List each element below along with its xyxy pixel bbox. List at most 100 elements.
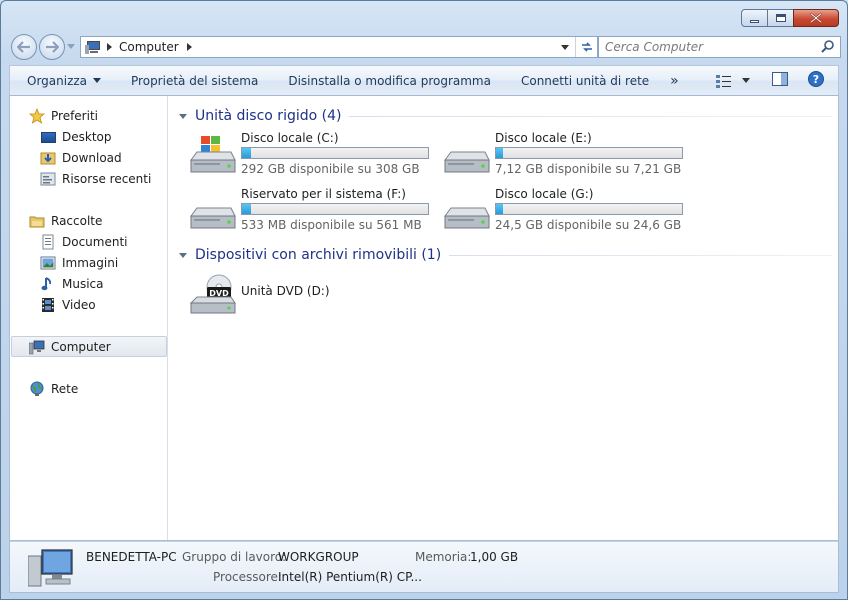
- nav-label: Documenti: [62, 235, 128, 249]
- download-folder-icon: [40, 150, 56, 166]
- memory-value: 1,00 GB: [470, 550, 519, 564]
- map-network-drive-button[interactable]: Connetti unità di rete: [506, 74, 664, 88]
- group-divider: [449, 254, 832, 256]
- nav-label: Musica: [62, 277, 104, 291]
- nav-label: Download: [62, 151, 122, 165]
- computer-small-icon: [85, 40, 101, 54]
- explorer-window: Computer Cerca Computer Organizza Propri…: [0, 0, 848, 600]
- dvd-drive-icon: DVD: [189, 274, 236, 314]
- desktop-icon: [40, 129, 56, 145]
- refresh-button[interactable]: [575, 37, 597, 57]
- computer-large-icon: [28, 549, 73, 587]
- nav-label: Immagini: [62, 256, 119, 270]
- drive-item[interactable]: Disco locale (C:) 292 GB disponibile su 3…: [187, 131, 437, 181]
- nav-label: Desktop: [62, 130, 112, 144]
- maximize-icon: [775, 14, 786, 22]
- nav-item-download[interactable]: Download: [40, 148, 122, 168]
- nav-label: Video: [62, 298, 96, 312]
- breadcrumb-computer[interactable]: Computer: [119, 40, 179, 54]
- minimize-button[interactable]: [741, 9, 768, 27]
- nav-item-pictures[interactable]: Immagini: [40, 253, 118, 273]
- nav-item-network[interactable]: Rete: [29, 379, 78, 399]
- nav-label: Computer: [51, 340, 111, 354]
- details-pane: BENEDETTA-PC Gruppo di lavoro: WORKGROUP…: [9, 541, 839, 593]
- usage-bar: [241, 203, 429, 215]
- memory-label: Memoria:: [415, 550, 472, 564]
- chevron-down-icon: [93, 78, 102, 83]
- nav-item-video[interactable]: Video: [40, 295, 96, 315]
- help-button[interactable]: ?: [808, 71, 824, 90]
- search-input[interactable]: Cerca Computer: [599, 40, 820, 54]
- drive-free-space: 24,5 GB disponibile su 24,6 GB: [495, 218, 682, 232]
- usage-bar: [495, 203, 683, 215]
- search-box[interactable]: Cerca Computer: [598, 36, 841, 58]
- recent-pages-dropdown[interactable]: [67, 44, 75, 49]
- close-button[interactable]: [793, 9, 839, 27]
- maximize-button[interactable]: [767, 9, 794, 27]
- nav-item-libraries[interactable]: Raccolte: [29, 211, 102, 231]
- group-header-hard-drives[interactable]: Unità disco rigido (4): [179, 107, 832, 125]
- nav-item-favorites[interactable]: Preferiti: [29, 106, 98, 126]
- organize-label: Organizza: [27, 73, 88, 88]
- hard-drive-icon: [190, 207, 236, 229]
- address-bar[interactable]: Computer: [80, 36, 598, 58]
- network-globe-icon: [29, 381, 45, 397]
- drive-name: Riservato per il sistema (F:): [241, 187, 406, 201]
- system-properties-button[interactable]: Proprietà del sistema: [116, 74, 273, 88]
- star-icon: [29, 108, 45, 124]
- group-divider: [349, 115, 832, 117]
- navigation-bar: Computer Cerca Computer: [9, 32, 841, 62]
- music-note-icon: [40, 276, 56, 292]
- view-dropdown-icon: [742, 78, 750, 83]
- breadcrumb-separator-icon[interactable]: [107, 43, 112, 51]
- computer-icon: [29, 339, 45, 355]
- nav-item-computer[interactable]: Computer: [29, 337, 111, 357]
- breadcrumb-expand-icon[interactable]: [186, 43, 192, 51]
- drive-item[interactable]: Riservato per il sistema (F:) 533 MB disp…: [187, 187, 437, 237]
- usage-fill: [496, 204, 503, 214]
- usage-fill: [496, 148, 503, 158]
- organize-menu[interactable]: Organizza: [10, 74, 116, 88]
- navigation-pane: Preferiti Desktop Download Risorse recen…: [10, 96, 168, 540]
- nav-item-documents[interactable]: Documenti: [40, 232, 128, 252]
- hard-drive-icon: [444, 151, 490, 173]
- change-view-button[interactable]: [716, 74, 750, 88]
- nav-item-recent[interactable]: Risorse recenti: [40, 169, 151, 189]
- drive-item[interactable]: Disco locale (E:) 7,12 GB disponibile su …: [441, 131, 691, 181]
- uninstall-program-button[interactable]: Disinstalla o modifica programma: [273, 74, 506, 88]
- drive-name: Disco locale (E:): [495, 131, 592, 145]
- libraries-icon: [29, 213, 45, 229]
- back-button[interactable]: [11, 34, 37, 60]
- help-icon: ?: [808, 71, 824, 87]
- usage-fill: [242, 204, 252, 214]
- preview-pane-button[interactable]: [772, 72, 788, 89]
- drive-name: Disco locale (C:): [241, 131, 339, 145]
- workgroup-value: WORKGROUP: [278, 550, 359, 564]
- group-title: Dispositivi con archivi rimovibili (1): [195, 247, 442, 263]
- recent-places-icon: [40, 171, 56, 187]
- nav-label: Risorse recenti: [62, 172, 152, 186]
- processor-label: Processore:: [213, 570, 282, 584]
- film-strip-icon: [40, 297, 56, 313]
- forward-button[interactable]: [39, 34, 65, 60]
- search-icon[interactable]: [820, 39, 836, 55]
- more-commands-button[interactable]: »: [664, 73, 685, 89]
- drive-item[interactable]: Disco locale (G:) 24,5 GB disponibile su …: [441, 187, 691, 237]
- hard-drive-icon: [444, 207, 490, 229]
- collapse-triangle-icon: [179, 113, 187, 119]
- dvd-drive-item[interactable]: DVD Unità DVD (D:): [187, 270, 437, 320]
- windows-drive-icon: [190, 136, 236, 173]
- pc-name: BENEDETTA-PC: [86, 550, 177, 564]
- nav-item-music[interactable]: Musica: [40, 274, 104, 294]
- pictures-icon: [40, 255, 56, 271]
- svg-text:?: ?: [813, 73, 819, 86]
- documents-icon: [40, 234, 56, 250]
- back-arrow-icon: [17, 41, 30, 53]
- nav-item-desktop[interactable]: Desktop: [40, 127, 112, 147]
- minimize-icon: [750, 19, 759, 23]
- refresh-icon: [581, 42, 592, 52]
- drive-free-space: 533 MB disponibile su 561 MB: [241, 218, 422, 232]
- forward-arrow-icon: [46, 41, 59, 53]
- address-history-dropdown[interactable]: [561, 44, 569, 50]
- group-header-removable[interactable]: Dispositivi con archivi rimovibili (1): [179, 246, 832, 264]
